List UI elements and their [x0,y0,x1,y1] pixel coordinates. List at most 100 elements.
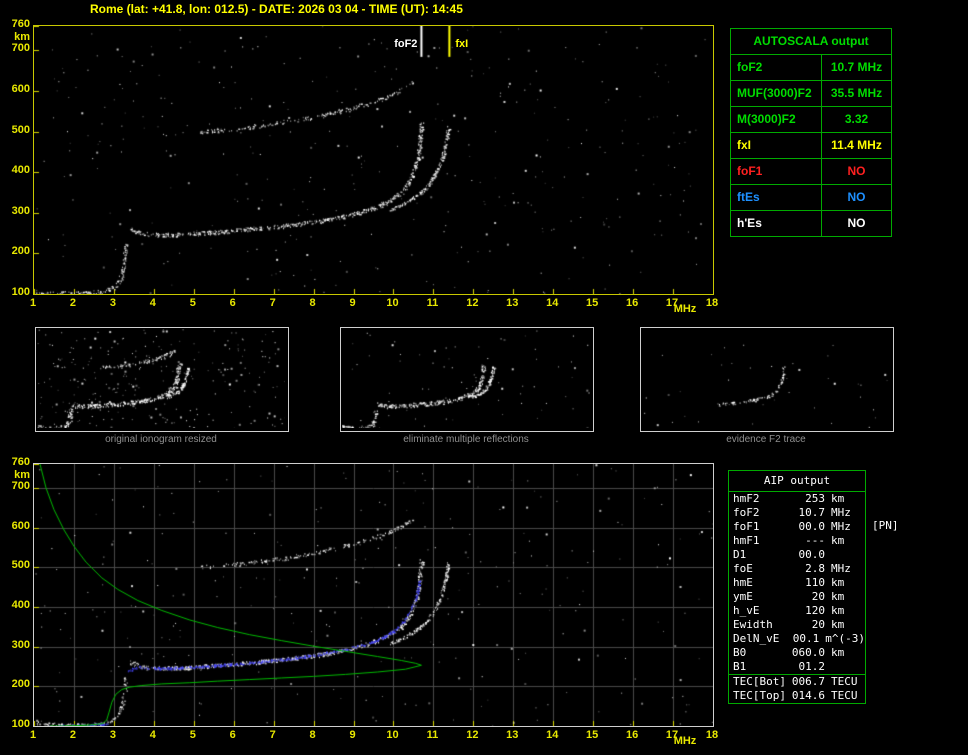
parameter-label: foF1 [731,159,822,184]
parameter-value: 01.2 [798,660,826,673]
parameter-value: 11.4 MHz [831,138,882,152]
x-tick-label: 14 [546,729,559,741]
parameter-value: 253 [805,492,825,505]
parameter-name: foF1 [733,520,760,533]
aip-table-row: hmE 110 km [729,576,865,590]
parameter-label: h'Es [731,211,822,236]
y-tick-label: 200 [11,245,30,258]
bottom-ionogram-plot [33,463,714,727]
aip-table-header: AIP output [729,471,865,492]
aip-table-row: Ewidth 20 km [729,618,865,632]
parameter-name: Ewidth [733,618,773,631]
x-axis-unit-label: MHz [673,303,697,315]
x-tick-label: 12 [466,729,479,741]
parameter-label: fxI [731,133,822,158]
parameter-name: B1 [733,660,747,673]
x-tick-label: 2 [69,729,76,741]
parameter-unit: TECU [831,675,858,688]
x-tick-label: 3 [109,729,116,741]
y-tick-label: 300 [11,638,30,651]
parameter-name: foF2 [733,506,760,519]
parameter-unit: MHz [831,520,851,533]
parameter-unit: km [831,534,845,547]
y-tick-label: 300 [11,204,30,217]
y-tick-label: 400 [11,598,30,611]
aip-table-row: hmF2 253 km [729,492,865,506]
frequency-marker-label: fxI [455,38,469,50]
x-tick-label: 4 [149,729,156,741]
parameter-unit: m^(-3) [825,632,865,645]
parameter-name: ymE [733,590,753,603]
autoscala-table-header: AUTOSCALA output [753,34,869,48]
x-tick-label: 16 [625,297,639,309]
aip-table-row: TEC[Top] 014.6 TECU [729,689,865,703]
thumbnail-caption: original ionogram resized [105,434,217,445]
y-tick-label: 700 [11,42,30,55]
autoscala-table-row: MUF(3000)F2 35.5 MHz [731,80,891,106]
parameter-unit: MHz [831,562,851,575]
x-tick-label: 16 [625,729,639,741]
x-tick-label: 11 [426,729,439,741]
parameter-value: 10.7 [798,506,826,519]
x-tick-label: 4 [149,297,156,309]
parameter-value: 110 [805,576,825,589]
y-tick-label: 500 [11,559,30,572]
aip-tec-section: TEC[Bot] 006.7 TECU TEC[Top] 014.6 TECU [729,674,865,703]
parameter-value: 20 [811,618,825,631]
x-tick-label: 15 [586,729,599,741]
autoscala-table-row: h'Es NO [731,210,891,236]
parameter-unit: km [831,576,845,589]
autoscala-table-row: foF2 10.7 MHz [731,54,891,80]
x-tick-label: 5 [189,297,196,309]
y-tick-label: 100 [11,718,30,730]
parameter-name: B0 [733,646,747,659]
aip-table-row: foF1 00.0 MHz [729,520,865,534]
pn-flag: [PN] [872,519,899,532]
y-tick-label: 760 [11,18,30,30]
parameter-value: 00.0 [798,548,826,561]
parameter-unit: km [831,604,845,617]
top-ionogram-canvas [34,26,713,294]
autoscala-output-table: AUTOSCALA output foF2 10.7 MHz MUF(3000)F2 3… [730,28,892,237]
x-tick-label: 18 [705,297,719,309]
y-tick-label: 600 [11,82,30,95]
x-tick-label: 8 [309,729,316,741]
x-tick-label: 1 [29,729,37,741]
y-tick-label: 700 [11,479,30,492]
parameter-name: DelN_vE [733,632,780,645]
aip-table-row: ymE 20 km [729,590,865,604]
autoscala-table-row: ftEs NO [731,184,891,210]
aip-table-row: foF2 10.7 MHz [729,506,865,520]
x-tick-label: 10 [386,729,399,741]
y-tick-label: 600 [11,519,30,532]
y-tick-label: 500 [11,123,30,136]
parameter-name: hmF1 [733,534,760,547]
parameter-name: hmE [733,576,753,589]
thumbnail-multiple-reflections [340,327,594,432]
autoscala-table-row: foF1 NO [731,158,891,184]
parameter-value: 006.7 [791,675,825,688]
parameter-unit: MHz [831,506,851,519]
x-tick-label: 9 [349,297,356,309]
thumbnail-canvas [642,329,890,428]
aip-table-row: B1 01.2 [729,660,865,674]
parameter-value: 120 [805,604,825,617]
parameter-value: --- [805,534,825,547]
x-tick-label: 11 [426,297,439,309]
aip-table-row: DelN_vE 00.1 m^(-3) [729,632,865,646]
y-tick-label: 760 [11,456,30,468]
aip-table-row: hmF1 --- km [729,534,865,548]
x-tick-label: 2 [69,297,76,309]
parameter-name: TEC[Top] [733,689,786,702]
aip-output-table: AIP output hmF2 253 km foF2 10.7 MHz foF1 00.0 MH… [728,470,866,704]
x-tick-label: 13 [506,729,519,741]
parameter-unit: km [831,618,845,631]
page-title: Rome (lat: +41.8, lon: 012.5) - DATE: 20… [90,2,463,16]
x-tick-label: 15 [586,297,599,309]
x-tick-label: 7 [269,729,276,741]
parameter-unit: km [831,646,845,659]
parameter-value: NO [847,216,866,230]
y-tick-label: 400 [11,164,30,177]
x-tick-label: 8 [309,297,316,309]
parameter-label: MUF(3000)F2 [731,81,822,106]
